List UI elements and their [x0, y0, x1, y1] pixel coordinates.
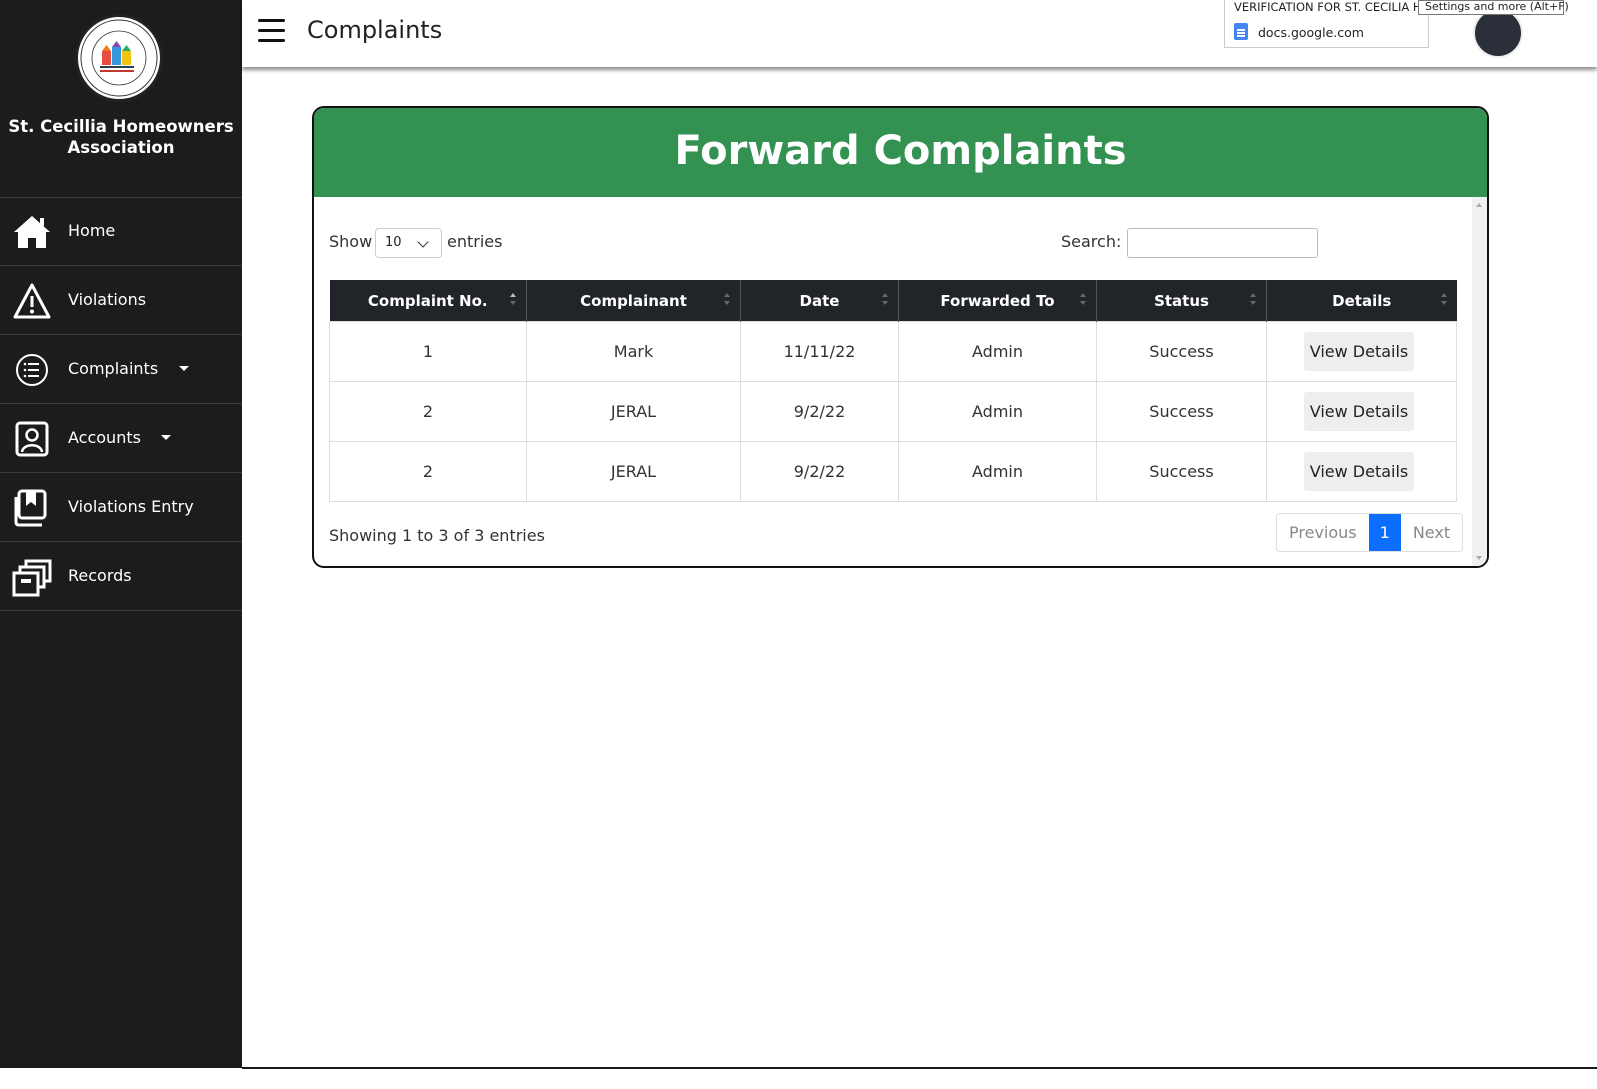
bookmark-entry-icon	[14, 489, 47, 527]
settings-tooltip: Settings and more (Alt+F)	[1418, 0, 1569, 15]
table-row: 2 JERAL 9/2/22 Admin Success View Detail…	[329, 441, 1457, 502]
sort-icon	[882, 293, 888, 307]
sidebar-item-label: Home	[68, 221, 116, 240]
table-info: Showing 1 to 3 of 3 entries	[329, 526, 545, 545]
pagination: Previous 1 Next	[1276, 513, 1464, 552]
cell-status: Success	[1096, 321, 1267, 382]
account-icon	[15, 421, 49, 457]
search-input[interactable]	[1127, 228, 1318, 258]
chevron-down-icon	[417, 236, 429, 248]
cell-complaint-no: 2	[329, 441, 527, 502]
sidebar-item-label: Violations	[68, 290, 147, 309]
column-header-details[interactable]: Details	[1266, 280, 1457, 322]
sidebar-item-label: Violations Entry	[68, 497, 194, 516]
list-icon	[16, 354, 48, 386]
next-page-button[interactable]: Next	[1401, 514, 1462, 551]
sort-icon	[1440, 293, 1447, 307]
sidebar-item-label: Accounts	[68, 428, 141, 447]
cell-complainant: Mark	[526, 321, 741, 382]
entries-select[interactable]: 10	[375, 228, 442, 258]
sort-icon	[510, 293, 516, 307]
chevron-down-icon	[161, 435, 171, 440]
cell-status: Success	[1096, 381, 1267, 442]
sort-icon	[1080, 293, 1086, 307]
table-row: 1 Mark 11/11/22 Admin Success View Detai…	[329, 321, 1457, 382]
sidebar-item-accounts[interactable]: Accounts	[0, 405, 242, 473]
sidebar: St. Cecillia Homeowners Association Home…	[0, 0, 242, 1068]
org-name: St. Cecillia Homeowners Association	[8, 117, 234, 157]
cell-complainant: JERAL	[526, 381, 741, 442]
archive-icon	[12, 559, 52, 597]
tab-hover-card: VERIFICATION FOR ST. CECILIA HOA docs.go…	[1224, 0, 1429, 48]
entries-label: entries	[447, 232, 503, 251]
avatar[interactable]	[1473, 8, 1523, 58]
search-label: Search:	[1061, 232, 1122, 251]
sidebar-item-records[interactable]: Records	[0, 543, 242, 611]
cell-forwarded-to: Admin	[898, 381, 1097, 442]
column-header-complaint-no[interactable]: Complaint No.	[329, 280, 527, 322]
table-header-row: Complaint No. Complainant Date Forwarded…	[329, 280, 1457, 322]
menu-toggle-icon[interactable]	[258, 19, 285, 43]
cell-forwarded-to: Admin	[898, 441, 1097, 502]
cell-details: View Details	[1266, 381, 1457, 442]
forward-complaints-card: Forward Complaints Show 10 entries Searc…	[312, 106, 1489, 568]
cell-complaint-no: 2	[329, 381, 527, 442]
complaints-table: Complaint No. Complainant Date Forwarded…	[329, 280, 1457, 502]
cell-date: 9/2/22	[740, 441, 899, 502]
sort-icon	[1250, 293, 1256, 307]
sort-icon	[724, 293, 730, 307]
cell-complainant: JERAL	[526, 441, 741, 502]
tab-hover-url: docs.google.com	[1258, 25, 1364, 40]
cell-forwarded-to: Admin	[898, 321, 1097, 382]
page-1-button[interactable]: 1	[1368, 514, 1401, 551]
cell-date: 9/2/22	[740, 381, 899, 442]
cell-status: Success	[1096, 441, 1267, 502]
show-label: Show	[329, 232, 373, 251]
table-row: 2 JERAL 9/2/22 Admin Success View Detail…	[329, 381, 1457, 442]
column-header-date[interactable]: Date	[740, 280, 899, 322]
sidebar-item-label: Records	[68, 566, 132, 585]
chevron-down-icon	[179, 366, 189, 371]
home-icon	[14, 216, 50, 248]
card-scrollbar[interactable]	[1472, 197, 1487, 566]
sidebar-item-violations[interactable]: Violations	[0, 267, 242, 335]
entries-select-value: 10	[385, 235, 402, 250]
scroll-up-icon[interactable]	[1476, 203, 1482, 207]
view-details-button[interactable]: View Details	[1304, 392, 1414, 431]
column-header-status[interactable]: Status	[1096, 280, 1267, 322]
sidebar-item-home[interactable]: Home	[0, 198, 242, 266]
scroll-down-icon[interactable]	[1476, 556, 1482, 560]
google-docs-icon	[1234, 23, 1248, 40]
card-header: Forward Complaints	[314, 108, 1487, 197]
sidebar-item-violations-entry[interactable]: Violations Entry	[0, 474, 242, 542]
sidebar-item-complaints[interactable]: Complaints	[0, 336, 242, 404]
sidebar-item-label: Complaints	[68, 359, 159, 378]
cell-details: View Details	[1266, 441, 1457, 502]
page-title: Complaints	[307, 16, 443, 44]
cell-date: 11/11/22	[740, 321, 899, 382]
hoa-logo	[75, 14, 163, 102]
column-header-forwarded-to[interactable]: Forwarded To	[898, 280, 1097, 322]
tab-hover-title: VERIFICATION FOR ST. CECILIA HOA	[1234, 0, 1426, 14]
previous-page-button[interactable]: Previous	[1277, 514, 1369, 551]
cell-details: View Details	[1266, 321, 1457, 382]
warning-icon	[13, 283, 51, 319]
view-details-button[interactable]: View Details	[1304, 452, 1414, 491]
cell-complaint-no: 1	[329, 321, 527, 382]
card-title: Forward Complaints	[674, 128, 1127, 174]
column-header-complainant[interactable]: Complainant	[526, 280, 741, 322]
view-details-button[interactable]: View Details	[1304, 332, 1414, 371]
bottom-border	[242, 1067, 1597, 1069]
